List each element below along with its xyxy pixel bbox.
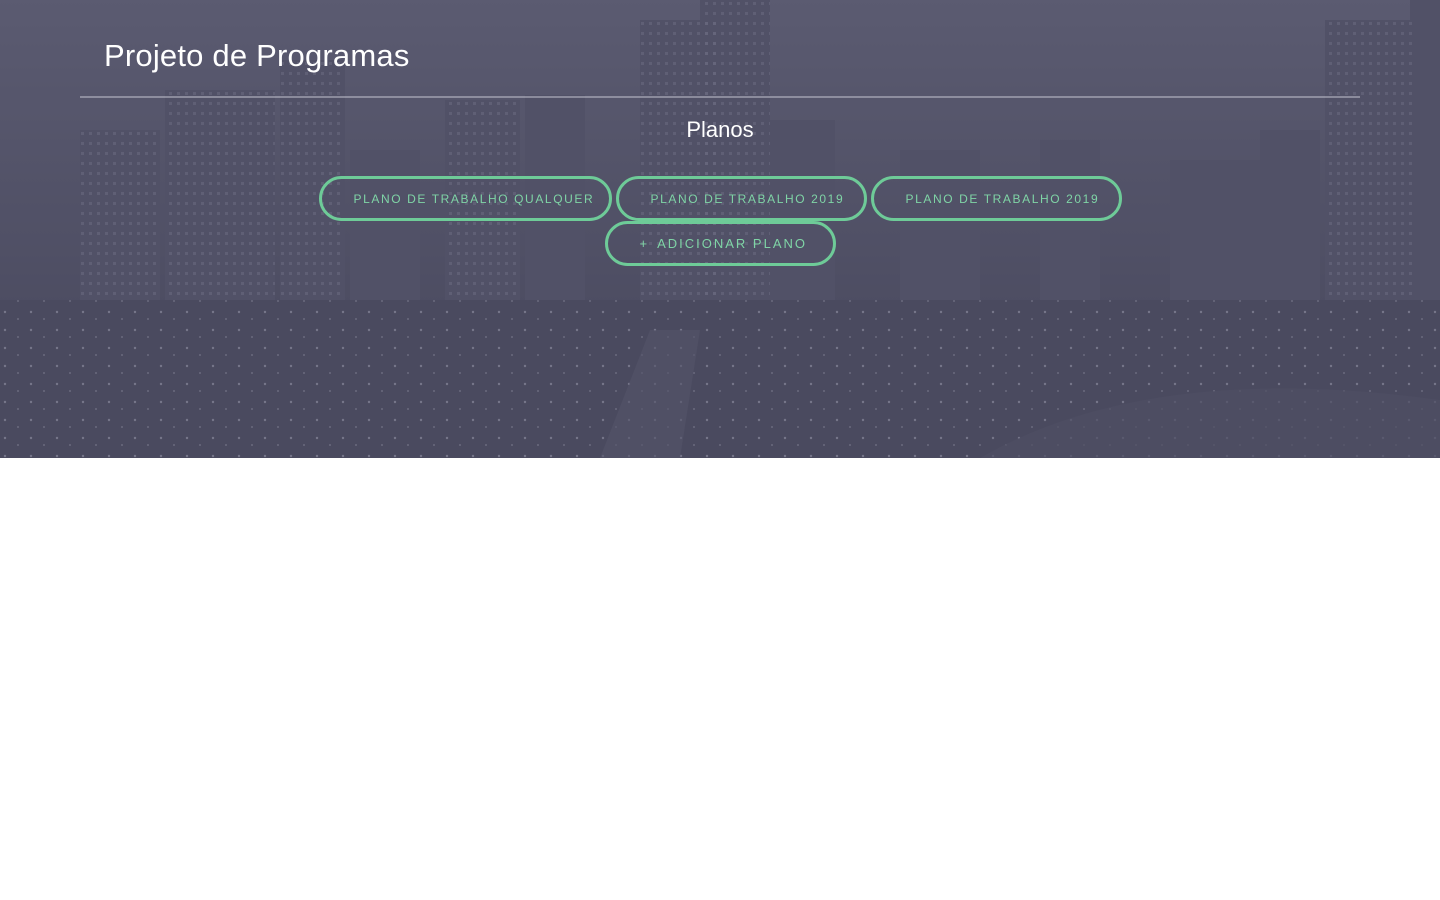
hero-content: Projeto de Programas Planos Plano de Tra… bbox=[0, 0, 1440, 458]
add-plan-row: + Adicionar Plano bbox=[0, 221, 1440, 266]
site-title: Projeto de Programas bbox=[104, 38, 410, 73]
plans-heading: Planos bbox=[686, 117, 754, 142]
site-header: Projeto de Programas bbox=[80, 0, 1360, 98]
plan-button-2019-second[interactable]: Plano de Trabalho 2019 bbox=[870, 176, 1122, 221]
add-plan-button[interactable]: + Adicionar Plano bbox=[604, 221, 836, 266]
plus-icon: + bbox=[639, 236, 650, 251]
add-plan-label: Adicionar Plano bbox=[657, 236, 808, 251]
plan-button-qualquer[interactable]: Plano de Trabalho Qualquer bbox=[318, 176, 612, 221]
hero-banner: Projeto de Programas Planos Plano de Tra… bbox=[0, 0, 1440, 458]
plan-button-2019[interactable]: Plano de Trabalho 2019 bbox=[615, 176, 867, 221]
plans-list: Plano de Trabalho Qualquer Plano de Trab… bbox=[0, 176, 1440, 221]
